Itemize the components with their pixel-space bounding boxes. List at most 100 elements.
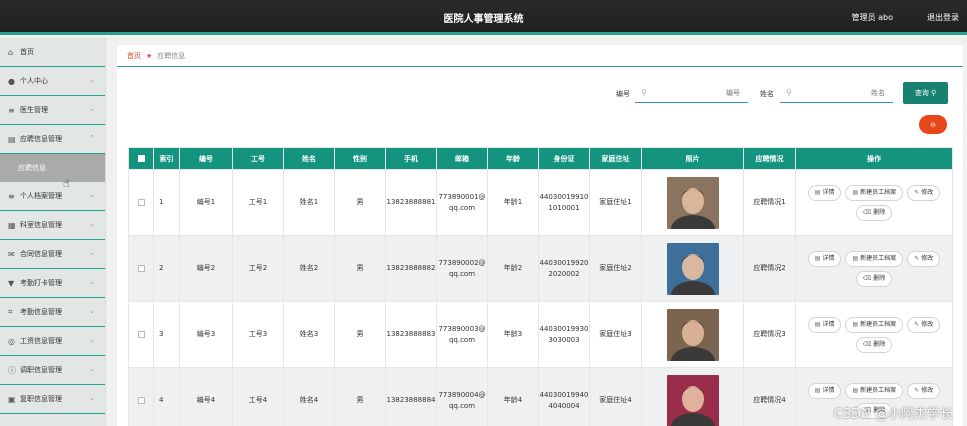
new-archive-button[interactable]: ▤ 新建员工档案 [845,382,904,399]
detail-button[interactable]: ▤ 详情 [807,184,842,201]
table-row: 3 编号3 工号3 姓名3 男 13823888883 773890003@qq.com 年龄… [128,301,953,368]
row-checkbox[interactable] [137,330,145,338]
search-bar: 编号 ⚲ 姓名 ⚲ 查询 ⚲ [117,82,963,105]
trash-icon: ⌫ [862,275,872,282]
detail-button[interactable]: ▤ 详情 [807,250,842,267]
breadcrumb-current: 应聘信息 [157,51,186,60]
delete-button[interactable]: ⌫ 删除 [855,270,893,287]
file-icon: ▤ [852,255,859,262]
edit-button[interactable]: ✎ 修改 [907,250,941,267]
mouse-cursor-icon: ☝ [63,177,70,190]
detail-button[interactable]: ▤ 详情 [807,316,842,333]
photo-image [666,242,719,295]
sidebar-item[interactable]: ▤ 应聘信息管理 ⌃ [0,125,105,154]
sidebar-item-label: 医生管理 [20,106,48,114]
breadcrumb-home[interactable]: 首页 [127,51,141,61]
sidebar-item[interactable]: ▦ 科室信息管理 ⌄ [0,211,105,240]
photo-image [666,176,719,229]
sidebar-subitem-applicants[interactable]: 应聘信息 [0,154,105,182]
column-header: 工号 [232,147,284,170]
top-bar: 医院人事管理系统 管理员 abo 退出登录 [0,0,967,35]
gender-cell: 男 [334,235,386,302]
sidebar-item[interactable]: ▣ 复职信息管理 ⌄ [0,385,105,414]
search-icon: ⚲ [931,89,937,97]
sidebar-item-label: 考勤信息管理 [20,308,62,316]
sidebar-item[interactable]: ⓘ 调职信息管理 ⌄ [0,356,105,385]
sidebar-item-label: 合同信息管理 [20,250,62,258]
gender-cell: 男 [334,367,386,426]
phone-cell: 13823888884 [385,367,437,426]
chevron-icon: ⌄ [89,249,95,257]
edit-button[interactable]: ✎ 修改 [907,382,941,399]
sidebar-item[interactable]: ◎ 工资信息管理 ⌄ [0,327,105,356]
sidebar-item[interactable]: ⌗ 考勤信息管理 ⌄ [0,298,105,327]
search-input-no[interactable] [635,83,748,103]
sidebar-item[interactable]: ● 个人中心 ⌄ [0,67,105,96]
age-cell: 年龄3 [487,301,539,368]
select-all-cell [128,147,154,170]
detail-button[interactable]: ▤ 详情 [807,382,842,399]
new-archive-button[interactable]: ▤ 新建员工档案 [845,250,904,267]
search-button[interactable]: 查询 ⚲ [903,82,948,104]
id-card-cell: 440300199404040004 [538,367,590,426]
globe-icon: ◎ [8,336,15,346]
applicant-photo [666,176,719,229]
column-header: 应聘情况 [743,147,796,170]
age-cell: 年龄2 [487,235,539,302]
row-checkbox[interactable] [137,396,145,404]
phone-cell: 13823888882 [385,235,437,302]
top-accent-line [0,32,967,35]
delete-button[interactable]: ⌫ 删除 [855,204,893,221]
edit-button[interactable]: ✎ 修改 [907,184,941,201]
phone-cell: 13823888881 [385,169,437,236]
sidebar-item[interactable]: ▼ 考勤打卡管理 ⌄ [0,269,105,298]
chevron-icon: ⌄ [89,76,95,84]
edit-button[interactable]: ✎ 修改 [907,316,941,333]
detail-label: 详情 [822,321,835,328]
table-row: 2 编号2 工号2 姓名2 男 13823888882 773890002@qq.com 年龄… [128,235,953,302]
sidebar-item[interactable]: ⌂ 首页 [0,38,105,67]
sidebar-item[interactable]: ≡ 个人档案管理 ⌄ [0,182,105,211]
delete-label: 删除 [873,341,886,348]
age-cell: 年龄4 [487,367,539,426]
file-icon: ▤ [852,189,859,196]
column-header: 邮箱 [436,147,488,170]
search-input-name[interactable] [780,83,893,103]
email-cell: 773890002@qq.com [436,235,488,302]
detail-label: 详情 [822,255,835,262]
chevron-icon: ⌄ [89,220,95,228]
file-icon: ▤ [814,321,821,328]
list-icon: ≡ [8,191,15,201]
logout-link[interactable]: 退出登录 [927,12,959,23]
status-cell: 应聘情况3 [743,301,796,368]
new-archive-button[interactable]: ▤ 新建员工档案 [845,316,904,333]
gender-cell: 男 [334,301,386,368]
name-cell: 姓名4 [283,367,335,426]
new-archive-button[interactable]: ▤ 新建员工档案 [845,184,904,201]
table-row: 4 编号4 工号4 姓名4 男 13823888884 773890004@qq.com 年龄… [128,367,953,426]
address-cell: 家庭住址4 [589,367,642,426]
sidebar-item-label: 首页 [20,48,34,56]
chevron-icon: ⌄ [89,307,95,315]
admin-user: 管理员 abo [851,13,893,22]
job-no-cell: 工号3 [232,301,284,368]
row-checkbox[interactable] [137,264,145,272]
sidebar-item[interactable]: ≡ 医生管理 ⌄ [0,96,105,125]
no-cell: 编号2 [179,235,233,302]
delete-button[interactable]: ⌫ 删除 [855,336,893,353]
star-icon: ★ [146,51,153,60]
chevron-icon: ⌄ [89,336,95,344]
actions-cell: ▤ 详情 ▤ 新建员工档案 ✎ 修改 ⌫ 删除 [795,235,953,302]
sidebar-item[interactable]: ✉ 合同信息管理 ⌄ [0,240,105,269]
column-header: 操作 [795,147,953,170]
gender-cell: 男 [334,169,386,236]
sidebar-item-label: 个人档案管理 [20,192,62,200]
actions-cell: ▤ 详情 ▤ 新建员工档案 ✎ 修改 ⌫ 删除 [795,301,953,368]
bulk-delete-button[interactable]: ⊝ [919,115,947,134]
age-cell: 年龄1 [487,169,539,236]
select-all-checkbox[interactable] [137,155,145,162]
row-checkbox[interactable] [137,198,145,206]
applicant-photo [666,374,719,426]
list-icon: ≡ [8,105,15,115]
photo-image [666,374,719,426]
